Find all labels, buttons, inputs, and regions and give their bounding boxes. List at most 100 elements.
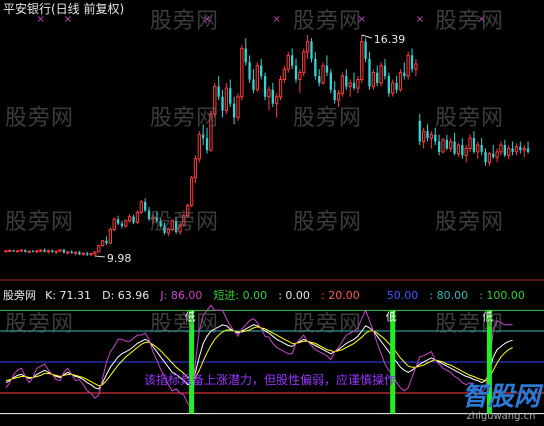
candle-body (263, 76, 267, 97)
candle-body (345, 76, 348, 87)
candle-body (398, 72, 403, 91)
candle-body (406, 54, 410, 77)
candle-body (441, 139, 445, 153)
candle-body (139, 201, 143, 213)
watermark: 股旁网 (293, 106, 363, 131)
candle-body (144, 201, 147, 211)
candle-body (376, 72, 379, 83)
candle-body (371, 72, 376, 87)
candle-body (434, 134, 437, 142)
candle-body (364, 41, 367, 59)
candle-body (514, 146, 519, 153)
top-marker: × (272, 14, 280, 25)
candle-body (132, 216, 135, 223)
candle-body (275, 96, 279, 105)
candle-body (135, 211, 140, 224)
top-marker: × (416, 14, 424, 25)
candle-body (51, 250, 54, 253)
candle-body (62, 249, 66, 253)
candle-body (294, 65, 298, 80)
candle-body (112, 218, 116, 230)
candle-body (495, 151, 499, 158)
candle-body (449, 141, 453, 149)
candle-body (507, 147, 511, 156)
candle-body (403, 72, 406, 77)
watermark: 股旁网 (293, 9, 363, 34)
candle-body (205, 138, 209, 151)
price-label: 16.39 (374, 33, 406, 46)
candle-body (480, 145, 483, 152)
candle-body (445, 139, 449, 149)
price-label: 9.98 (107, 252, 132, 265)
legend-level-20: : 20.00 (321, 289, 360, 302)
candle-body (43, 250, 46, 252)
signal-label: 低 (386, 310, 397, 323)
watermark: 股旁网 (150, 312, 220, 337)
candle-body (217, 86, 220, 97)
logo-text: 智股网 (461, 382, 540, 412)
candle-body (476, 144, 480, 153)
chart-title: 平安银行(日线 前复权) (3, 2, 125, 16)
logo-url: zhiguwang.cn (466, 411, 536, 422)
indicator-legend: 股旁网 K: 71.31 D: 63.96 J: 86.00 短进: 0.00 … (3, 284, 525, 302)
candle-body (236, 96, 240, 118)
candle-body (453, 141, 456, 154)
candle-body (97, 245, 101, 253)
candle-body (252, 79, 255, 90)
candle-body (89, 253, 93, 256)
candle-body (310, 41, 313, 59)
candle-body (24, 250, 27, 252)
candle-body (487, 153, 492, 163)
indicator-name: 股旁网 (3, 289, 36, 302)
candle-body (229, 88, 232, 104)
annotation-text: 该指标具备上涨潜力，但股性偏弱，应谨慎操作 (144, 373, 397, 387)
candle-body (511, 148, 514, 152)
candle-body (35, 250, 39, 253)
annotation-leader (94, 255, 105, 258)
watermark: 股旁网 (150, 9, 220, 34)
candle-body (302, 51, 306, 74)
candle-body (27, 250, 31, 253)
candle-body (93, 251, 97, 255)
candle-body (410, 55, 414, 70)
candle-body (348, 82, 352, 87)
candle-body (58, 249, 62, 252)
legend-k: K: 71.31 (45, 289, 92, 302)
candle-body (46, 249, 51, 253)
candle-body (526, 148, 530, 152)
candle-body (81, 252, 85, 255)
candle-body (197, 134, 201, 160)
candle-body (202, 134, 205, 139)
candle-body (391, 82, 395, 94)
candle-body (314, 58, 317, 77)
candle-body (278, 79, 283, 98)
candle-body (340, 75, 345, 94)
candle-body (66, 251, 70, 254)
candle-body (414, 63, 418, 70)
candle-body (472, 138, 476, 152)
candle-body (522, 147, 526, 151)
site-logo: 智股网 zhiguwang.cn (462, 383, 540, 422)
candle-body (298, 72, 302, 80)
candle-body (8, 249, 12, 252)
candle-body (305, 41, 310, 53)
candle-body (124, 220, 128, 227)
candle-body (73, 251, 78, 254)
candle-body (426, 131, 429, 139)
candle-body (221, 96, 224, 111)
candle-body (484, 151, 487, 163)
candle-body (85, 253, 89, 255)
candle-body (70, 251, 73, 254)
candle-body (333, 89, 336, 101)
candle-body (267, 89, 271, 98)
candle-body (39, 249, 43, 252)
candle-body (321, 65, 325, 84)
candle-body (329, 72, 332, 90)
watermark: 股旁网 (293, 210, 363, 235)
legend-d: D: 63.96 (102, 289, 150, 302)
candle-body (232, 103, 236, 118)
candle-body (395, 82, 398, 90)
legend-level-100: : 100.00 (479, 289, 525, 302)
candle-body (290, 55, 294, 66)
watermark: 股旁网 (5, 106, 75, 131)
